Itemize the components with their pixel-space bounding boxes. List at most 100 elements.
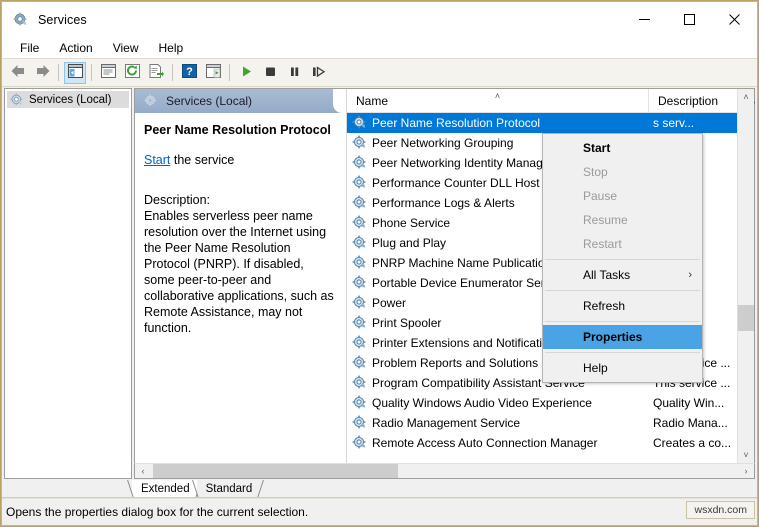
export-list-button[interactable] (145, 62, 167, 84)
description-label: Description: (144, 192, 334, 208)
forward-button[interactable] (31, 62, 53, 84)
stop-service-button[interactable] (259, 62, 281, 84)
service-gear-icon (352, 155, 368, 171)
back-button[interactable] (7, 62, 29, 84)
service-gear-icon (352, 235, 368, 251)
submenu-arrow-icon: › (688, 269, 692, 281)
refresh-button[interactable] (121, 62, 143, 84)
service-name-cell: Radio Management Service (372, 416, 649, 430)
restart-service-button[interactable] (307, 62, 329, 84)
description-text: Enables serverless peer name resolution … (144, 208, 334, 336)
services-gear-icon (144, 94, 158, 108)
vertical-scroll-thumb[interactable] (738, 305, 754, 331)
tab-standard[interactable]: Standard (197, 480, 260, 498)
view-tabs: Extended Standard (2, 479, 757, 498)
restart-icon (311, 65, 326, 81)
context-menu-item-label: Refresh (583, 299, 625, 313)
menu-view[interactable]: View (103, 39, 149, 57)
window-controls (622, 2, 757, 37)
minimize-button[interactable] (622, 2, 667, 37)
service-name-cell: Peer Name Resolution Protocol (372, 116, 649, 130)
context-menu-item-help[interactable]: Help (543, 356, 702, 380)
context-menu-item-pause: Pause (543, 184, 702, 208)
context-menu-item-label: Pause (583, 189, 617, 203)
toolbar: ? (2, 59, 757, 87)
detail-pane-header-label: Services (Local) (166, 94, 252, 108)
scroll-left-button[interactable]: ‹ (135, 464, 151, 478)
scroll-up-button[interactable]: ˄ (738, 89, 754, 105)
service-gear-icon (352, 375, 368, 391)
table-row[interactable]: Quality Windows Audio Video ExperienceQu… (347, 393, 754, 413)
toolbar-separator (172, 64, 173, 81)
table-row[interactable]: Radio Management ServiceRadio Mana... (347, 413, 754, 433)
horizontal-scroll-thumb[interactable] (153, 464, 398, 478)
tab-left-edge (127, 480, 141, 498)
toolbar-separator (229, 64, 230, 81)
context-menu-item-label: All Tasks (583, 268, 630, 282)
tree-node-services-local[interactable]: Services (Local) (7, 91, 129, 108)
help-button[interactable]: ? (178, 62, 200, 84)
title-bar: Services (2, 2, 757, 37)
context-menu-item-label: Help (583, 361, 608, 375)
service-gear-icon (352, 115, 368, 131)
tree-node-label: Services (Local) (29, 94, 111, 106)
list-vertical-scrollbar[interactable]: ˄ ˅ (737, 89, 754, 463)
service-detail-pane: Services (Local) Peer Name Resolution Pr… (135, 89, 342, 463)
tab-right-edge (250, 480, 264, 498)
pause-service-button[interactable] (283, 62, 305, 84)
service-gear-icon (352, 195, 368, 211)
service-gear-icon (352, 215, 368, 231)
show-hide-console-tree-button[interactable] (64, 62, 86, 84)
properties-window-icon (101, 64, 116, 81)
close-button[interactable] (712, 2, 757, 37)
vertical-scroll-track[interactable] (738, 105, 754, 447)
context-menu-separator (545, 259, 700, 260)
table-row[interactable]: Remote Access Auto Connection ManagerCre… (347, 433, 754, 453)
show-action-pane-button[interactable] (202, 62, 224, 84)
maximize-button[interactable] (667, 2, 712, 37)
context-menu-item-refresh[interactable]: Refresh (543, 294, 702, 318)
console-tree-icon (68, 64, 83, 81)
table-row[interactable]: Peer Name Resolution Protocols serv... (347, 113, 754, 133)
service-gear-icon (352, 135, 368, 151)
svg-text:?: ? (186, 66, 193, 78)
context-menu-item-label: Resume (583, 213, 628, 227)
window-title: Services (38, 13, 87, 27)
context-menu-item-start[interactable]: Start (543, 136, 702, 160)
sort-ascending-icon: ˄ (495, 91, 500, 101)
service-gear-icon (352, 175, 368, 191)
context-menu-item-label: Restart (583, 237, 622, 251)
right-arrow-icon (34, 64, 51, 81)
service-gear-icon (352, 415, 368, 431)
column-header-description[interactable]: Description (649, 89, 738, 112)
service-gear-icon (352, 255, 368, 271)
menu-action[interactable]: Action (49, 39, 102, 57)
context-menu-separator (545, 290, 700, 291)
list-header-row: Name ˄ Description S (347, 89, 754, 113)
service-description-cell: Creates a co... (649, 436, 742, 450)
service-gear-icon (352, 275, 368, 291)
selected-service-name: Peer Name Resolution Protocol (144, 123, 334, 138)
menu-help[interactable]: Help (149, 39, 194, 57)
menu-file[interactable]: File (10, 39, 49, 57)
stop-square-icon (264, 65, 277, 81)
properties-button[interactable] (97, 62, 119, 84)
horizontal-scroll-track[interactable] (151, 464, 738, 478)
start-service-link[interactable]: Start (144, 153, 170, 167)
context-menu-item-resume: Resume (543, 208, 702, 232)
toolbar-separator (58, 64, 59, 81)
start-service-button[interactable] (235, 62, 257, 84)
scroll-down-button[interactable]: ˅ (738, 447, 754, 463)
service-gear-icon (352, 435, 368, 451)
watermark: wsxdn.com (686, 501, 755, 519)
column-header-name[interactable]: Name ˄ (347, 89, 649, 112)
context-menu-item-properties[interactable]: Properties (543, 325, 702, 349)
service-action-line: Start the service (144, 153, 334, 167)
services-window: Services File Action View Help (1, 1, 758, 526)
list-horizontal-scrollbar[interactable]: ‹ › (134, 463, 755, 479)
tab-extended[interactable]: Extended (132, 480, 197, 498)
context-menu-item-label: Properties (583, 330, 642, 344)
scroll-right-button[interactable]: › (738, 464, 754, 478)
context-menu-item-all-tasks[interactable]: All Tasks › (543, 263, 702, 287)
service-name-cell: Quality Windows Audio Video Experience (372, 396, 649, 410)
